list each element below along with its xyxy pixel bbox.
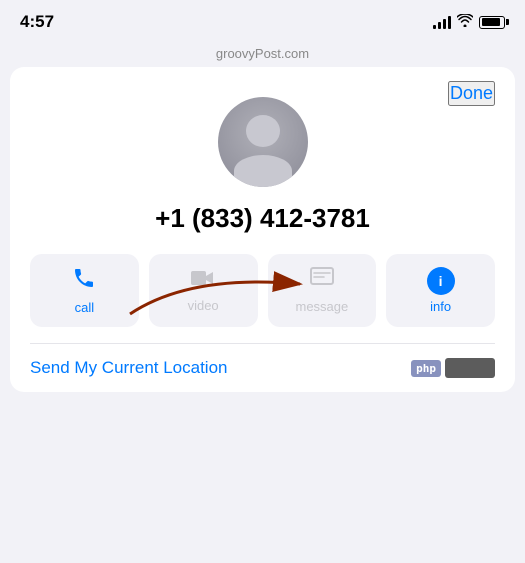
main-card: Done +1 (833) 412-3781 call bbox=[10, 67, 515, 392]
done-button[interactable]: Done bbox=[448, 81, 495, 106]
call-button[interactable]: call bbox=[30, 254, 139, 327]
message-button[interactable]: message bbox=[268, 254, 377, 327]
video-label: video bbox=[188, 298, 219, 313]
watermark: groovyPost.com bbox=[0, 44, 525, 67]
call-icon bbox=[72, 266, 96, 296]
message-label: message bbox=[296, 299, 349, 314]
avatar-body bbox=[234, 155, 292, 187]
status-icons bbox=[433, 14, 505, 30]
status-bar: 4:57 bbox=[0, 0, 525, 44]
info-icon: i bbox=[427, 267, 455, 295]
status-time: 4:57 bbox=[20, 12, 54, 32]
info-button[interactable]: i info bbox=[386, 254, 495, 327]
info-label: info bbox=[430, 299, 451, 314]
phone-number: +1 (833) 412-3781 bbox=[30, 203, 495, 254]
avatar bbox=[218, 97, 308, 187]
location-row: Send My Current Location php bbox=[30, 343, 495, 392]
call-label: call bbox=[75, 300, 95, 315]
video-icon bbox=[191, 268, 215, 294]
send-location-button[interactable]: Send My Current Location bbox=[30, 358, 228, 378]
bottom-area bbox=[0, 392, 525, 412]
wifi-icon bbox=[457, 14, 473, 30]
avatar-container bbox=[30, 87, 495, 203]
blurred-content bbox=[445, 358, 495, 378]
avatar-head bbox=[246, 115, 280, 147]
battery-icon bbox=[479, 16, 505, 29]
phone-frame: 4:57 groovyPost.com bbox=[0, 0, 525, 563]
signal-icon bbox=[433, 15, 451, 29]
php-tag: php bbox=[411, 360, 441, 377]
message-icon bbox=[310, 267, 334, 295]
action-row: call video message bbox=[30, 254, 495, 343]
video-button[interactable]: video bbox=[149, 254, 258, 327]
php-badge: php bbox=[411, 358, 495, 378]
